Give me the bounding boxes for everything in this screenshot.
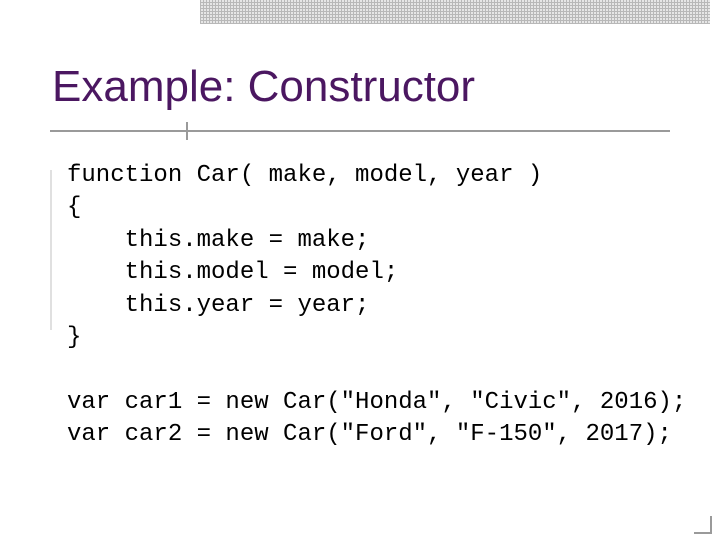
slide: Example: Constructor function Car( make,… [0,0,720,540]
code-line: this.model = model; [67,259,398,286]
underline-tick [186,122,188,140]
code-line: var car1 = new Car("Honda", "Civic", 201… [67,389,686,416]
code-block: function Car( make, model, year ) { this… [67,160,686,452]
code-line: this.year = year; [67,292,369,319]
code-line: this.make = make; [67,227,369,254]
title-underline [50,130,670,132]
header-pattern [200,0,710,24]
code-line: } [67,324,81,351]
code-line: var car2 = new Car("Ford", "F-150", 2017… [67,421,672,448]
corner-decoration [694,516,712,534]
slide-title: Example: Constructor [52,62,475,112]
code-line: function Car( make, model, year ) [67,162,542,189]
code-line: { [67,194,81,221]
side-rule [50,170,52,330]
